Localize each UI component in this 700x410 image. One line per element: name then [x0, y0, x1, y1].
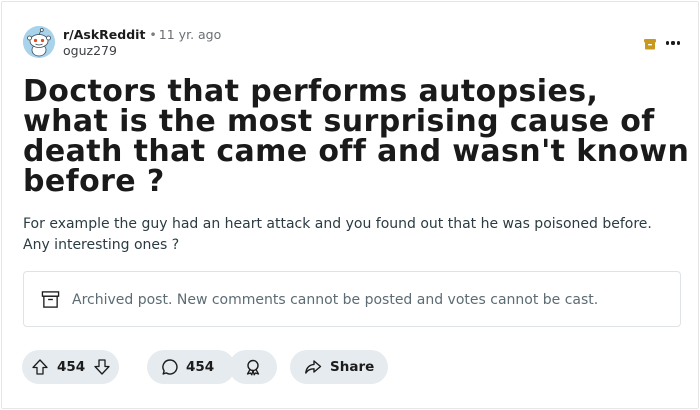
archive-box-icon: [643, 36, 657, 50]
post-card: r/AskReddit • 11 yr. ago oguz279 Doctors t…: [1, 1, 699, 409]
author-link[interactable]: oguz279: [63, 43, 221, 59]
post-title: Doctors that performs autopsies, what is…: [23, 74, 690, 199]
more-options-button[interactable]: [664, 34, 682, 52]
archived-notice: Archived post. New comments cannot be po…: [23, 271, 681, 327]
share-label: Share: [330, 359, 375, 375]
more-dots-icon: [666, 41, 670, 45]
subreddit-avatar[interactable]: [23, 26, 55, 58]
vote-score: 454: [57, 359, 86, 375]
post-body: For example the guy had an heart attack …: [23, 216, 652, 253]
meta-line: r/AskReddit • 11 yr. ago: [63, 27, 221, 43]
downvote-arrow-icon[interactable]: [93, 358, 111, 376]
award-icon: [246, 359, 260, 376]
award-button[interactable]: [229, 350, 277, 384]
upvote-arrow-icon[interactable]: [31, 358, 49, 376]
meta-separator: •: [149, 27, 157, 42]
post-header: r/AskReddit • 11 yr. ago oguz279: [23, 26, 683, 60]
archive-icon: [41, 291, 60, 308]
post-meta: r/AskReddit • 11 yr. ago oguz279: [63, 27, 221, 59]
share-arrow-icon: [305, 360, 322, 374]
archived-notice-text: Archived post. New comments cannot be po…: [72, 292, 599, 308]
share-button[interactable]: Share: [290, 350, 388, 384]
comment-count: 454: [186, 359, 215, 375]
vote-control: 454: [22, 350, 119, 384]
comment-bubble-icon: [162, 359, 178, 375]
comments-button[interactable]: 454: [147, 350, 235, 384]
subreddit-link[interactable]: r/AskReddit: [63, 27, 145, 42]
post-age: 11 yr. ago: [158, 27, 222, 42]
snoo-icon: [23, 26, 55, 58]
